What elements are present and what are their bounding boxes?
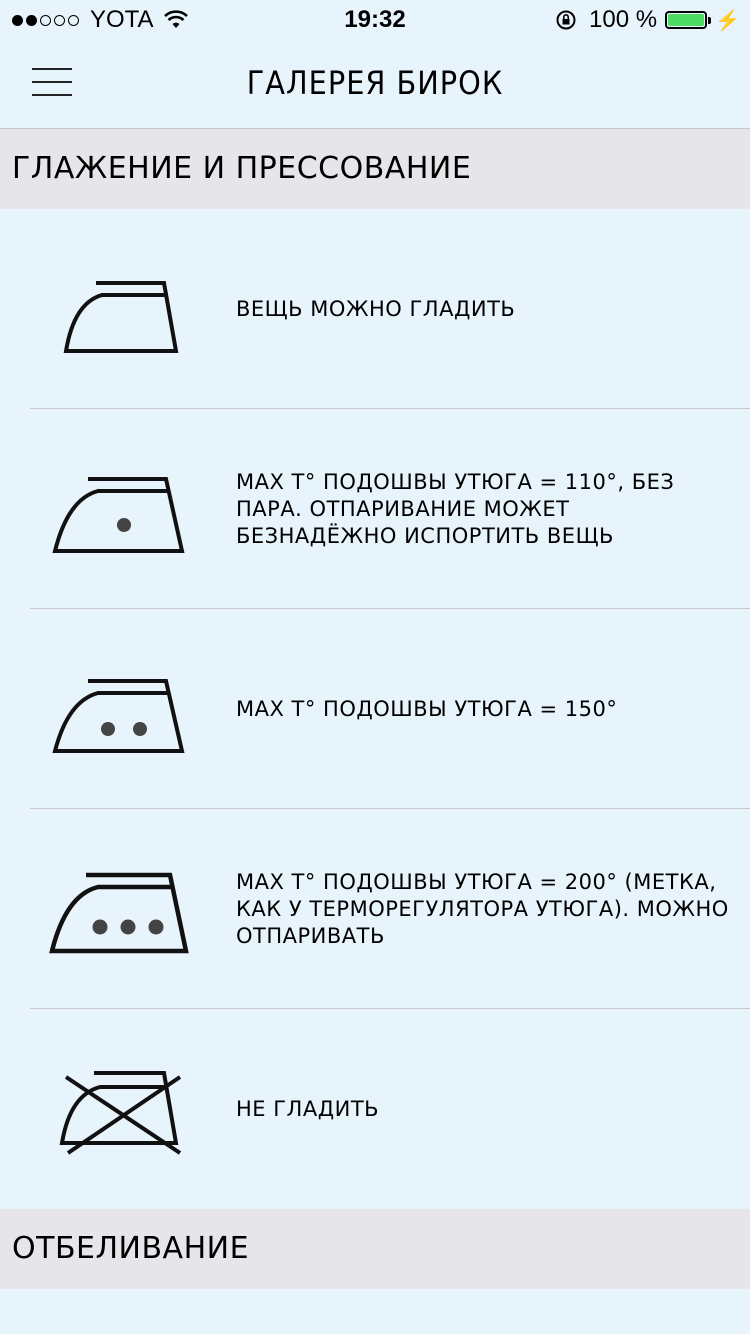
section-title: ГЛАЖЕНИЕ И ПРЕССОВАНИЕ	[12, 151, 472, 186]
status-right: 100 % ⚡	[555, 6, 740, 34]
charging-bolt-icon: ⚡	[715, 9, 740, 32]
item-description: ВЕЩЬ МОЖНО ГЛАДИТЬ	[236, 296, 516, 321]
status-bar: YOTA 19:32 100 % ⚡	[0, 0, 750, 40]
list-item[interactable]: MAX T° ПОДОШВЫ УТЮГА = 110°, БЕЗ ПАРА. О…	[0, 409, 750, 609]
list-item[interactable]	[0, 1289, 750, 1334]
battery-percent: 100 %	[589, 6, 658, 33]
iron-icon	[63, 281, 179, 353]
nav-bar: ГАЛЕРЕЯ БИРОК	[0, 40, 750, 129]
battery-icon	[665, 11, 712, 29]
item-description: MAX T° ПОДОШВЫ УТЮГА = 110°, БЕЗ ПАРА. О…	[236, 469, 675, 548]
iron-crossed-icon	[59, 1071, 182, 1155]
iron-two-dots-icon	[52, 679, 185, 753]
list-item[interactable]: ВЕЩЬ МОЖНО ГЛАДИТЬ	[0, 209, 750, 409]
section-header-ironing: ГЛАЖЕНИЕ И ПРЕССОВАНИЕ	[0, 129, 750, 209]
item-description: MAX T° ПОДОШВЫ УТЮГА = 150°	[236, 696, 618, 721]
section-title: ОТБЕЛИВАНИЕ	[12, 1231, 250, 1266]
item-description: НЕ ГЛАДИТЬ	[236, 1096, 380, 1121]
list-item[interactable]: MAX T° ПОДОШВЫ УТЮГА = 150°	[0, 609, 750, 809]
iron-one-dot-icon	[52, 477, 185, 553]
list-item[interactable]: НЕ ГЛАДИТЬ	[0, 1009, 750, 1209]
battery-fill	[668, 14, 705, 26]
iron-three-dots-icon	[49, 872, 189, 954]
section-header-bleaching: ОТБЕЛИВАНИЕ	[0, 1209, 750, 1289]
list-item[interactable]: MAX T° ПОДОШВЫ УТЮГА = 200° (МЕТКА, КАК …	[0, 809, 750, 1009]
item-description: MAX T° ПОДОШВЫ УТЮГА = 200° (МЕТКА, КАК …	[236, 869, 729, 948]
page-title: ГАЛЕРЕЯ БИРОК	[246, 64, 504, 102]
rotation-lock-icon	[556, 10, 576, 30]
